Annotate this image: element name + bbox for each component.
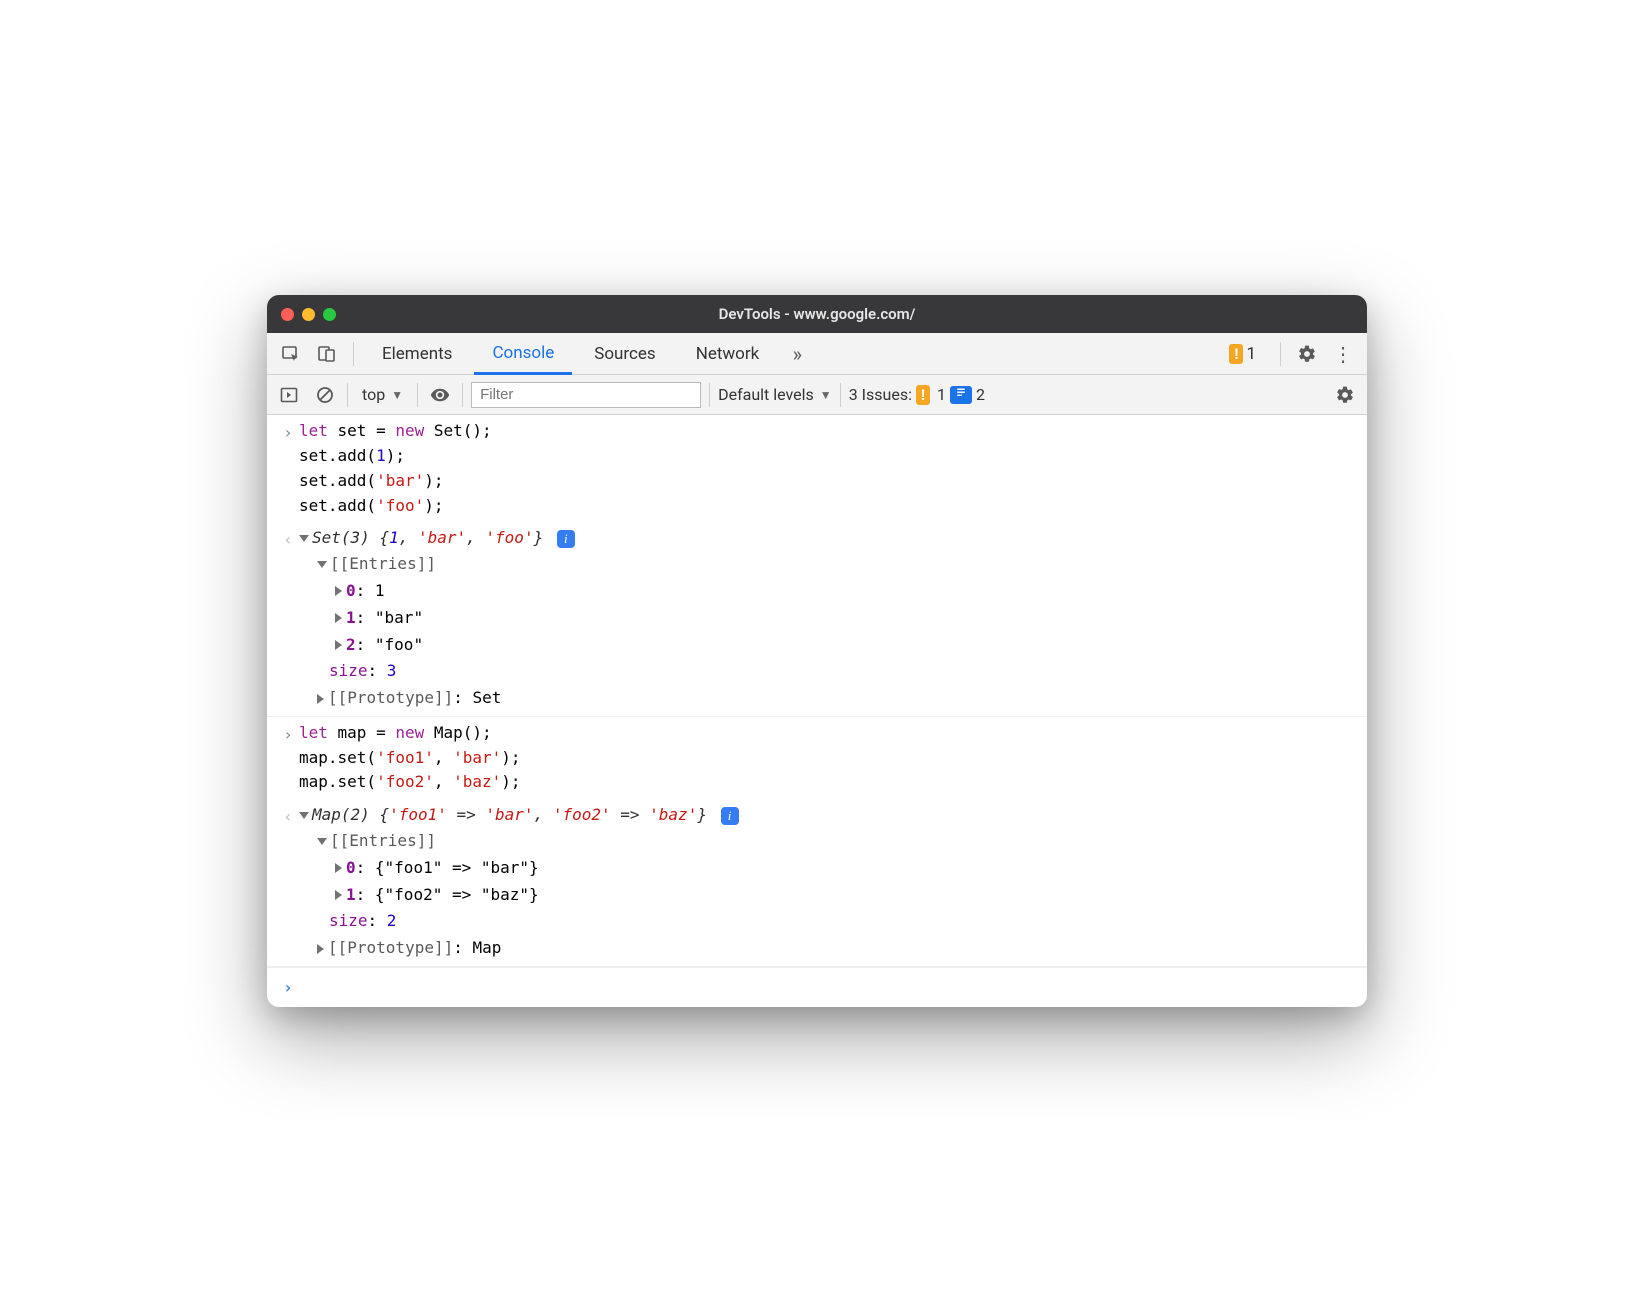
tree-node[interactable]: size: 2 (317, 908, 1357, 935)
issues-warn-count: 1 (937, 385, 946, 404)
expand-arrow-icon[interactable] (317, 838, 327, 845)
dropdown-icon: ▼ (391, 388, 403, 402)
output-chevron-icon: ‹ (277, 803, 299, 962)
console-output-row: ‹ Map(2) {'foo1' => 'bar', 'foo2' => 'ba… (267, 799, 1367, 967)
divider (417, 383, 418, 407)
divider (353, 342, 354, 366)
inspect-element-icon[interactable] (275, 338, 307, 370)
tree-node[interactable]: 0: 1 (335, 578, 1357, 605)
expand-arrow-icon[interactable] (335, 863, 342, 873)
console-output-row: ‹ Set(3) {1, 'bar', 'foo'} i [[Entries]]… (267, 522, 1367, 717)
console-prompt[interactable]: › (267, 967, 1367, 1007)
divider (709, 383, 710, 407)
console-toolbar: top ▼ Default levels ▼ 3 Issues: ! 1 2 (267, 375, 1367, 415)
maximize-window-button[interactable] (323, 308, 336, 321)
tree-node[interactable]: 2: "foo" (335, 632, 1357, 659)
device-toolbar-icon[interactable] (311, 338, 343, 370)
divider (462, 383, 463, 407)
expand-arrow-icon[interactable] (299, 535, 309, 542)
info-icon[interactable]: i (557, 530, 575, 548)
input-chevron-icon: › (277, 721, 299, 795)
tab-elements[interactable]: Elements (364, 333, 470, 375)
output-chevron-icon: ‹ (277, 526, 299, 712)
live-expression-icon[interactable] (426, 381, 454, 409)
prompt-chevron-icon: › (277, 974, 299, 1001)
issues-label: 3 Issues: (849, 385, 912, 404)
tree-node[interactable]: 1: {"foo2" => "baz"} (335, 882, 1357, 909)
traffic-lights (281, 308, 336, 321)
issues-indicator[interactable]: 3 Issues: ! 1 2 (849, 385, 985, 405)
context-label: top (362, 385, 385, 404)
info-icon (950, 386, 972, 404)
expand-arrow-icon[interactable] (299, 812, 309, 819)
settings-icon[interactable] (1291, 338, 1323, 370)
dropdown-icon: ▼ (820, 388, 832, 402)
console-settings-icon[interactable] (1331, 381, 1359, 409)
object-summary[interactable]: Map(2) {'foo1' => 'bar', 'foo2' => 'baz'… (299, 803, 1357, 828)
expand-arrow-icon[interactable] (317, 694, 324, 704)
warnings-count: 1 (1246, 344, 1256, 364)
issues-info-count: 2 (976, 385, 985, 404)
object-summary[interactable]: Set(3) {1, 'bar', 'foo'} i (299, 526, 1357, 551)
divider (1280, 342, 1281, 366)
tree-node[interactable]: [[Prototype]]: Map (317, 935, 1357, 962)
tab-network[interactable]: Network (678, 333, 778, 375)
close-window-button[interactable] (281, 308, 294, 321)
expand-arrow-icon[interactable] (317, 944, 324, 954)
tab-sources[interactable]: Sources (576, 333, 673, 375)
more-tabs-icon[interactable]: » (781, 338, 813, 370)
main-tabbar: Elements Console Sources Network » ! 1 ⋮ (267, 333, 1367, 375)
console-input-row: › let map = new Map(); map.set('foo1', '… (267, 717, 1367, 799)
toggle-sidebar-icon[interactable] (275, 381, 303, 409)
tree-node[interactable]: 1: "bar" (335, 605, 1357, 632)
filter-input[interactable] (471, 382, 701, 408)
expand-arrow-icon[interactable] (335, 890, 342, 900)
console-output: › let set = new Set(); set.add(1); set.a… (267, 415, 1367, 1007)
tree-node[interactable]: [[Prototype]]: Set (317, 685, 1357, 712)
tree-node[interactable]: size: 3 (317, 658, 1357, 685)
code-block[interactable]: let map = new Map(); map.set('foo1', 'ba… (299, 721, 1357, 795)
expand-arrow-icon[interactable] (317, 561, 327, 568)
tree-node[interactable]: [[Entries]] (317, 551, 1357, 578)
warning-icon: ! (916, 385, 930, 405)
expand-arrow-icon[interactable] (335, 613, 342, 623)
kebab-menu-icon[interactable]: ⋮ (1327, 338, 1359, 370)
tree-node[interactable]: [[Entries]] (317, 828, 1357, 855)
divider (347, 383, 348, 407)
expand-arrow-icon[interactable] (335, 640, 342, 650)
window-title: DevTools - www.google.com/ (267, 305, 1367, 323)
log-levels-selector[interactable]: Default levels ▼ (718, 385, 832, 404)
expand-arrow-icon[interactable] (335, 586, 342, 596)
titlebar: DevTools - www.google.com/ (267, 295, 1367, 333)
tab-console[interactable]: Console (474, 333, 572, 375)
devtools-window: DevTools - www.google.com/ Elements Cons… (267, 295, 1367, 1007)
context-selector[interactable]: top ▼ (356, 385, 409, 404)
divider (840, 383, 841, 407)
tree-node[interactable]: 0: {"foo1" => "bar"} (335, 855, 1357, 882)
console-input-row: › let set = new Set(); set.add(1); set.a… (267, 415, 1367, 522)
code-block[interactable]: let set = new Set(); set.add(1); set.add… (299, 419, 1357, 518)
input-chevron-icon: › (277, 419, 299, 518)
warnings-indicator[interactable]: ! 1 (1223, 344, 1270, 364)
levels-label: Default levels (718, 385, 814, 404)
clear-console-icon[interactable] (311, 381, 339, 409)
minimize-window-button[interactable] (302, 308, 315, 321)
warning-icon: ! (1229, 344, 1243, 364)
info-icon[interactable]: i (721, 807, 739, 825)
